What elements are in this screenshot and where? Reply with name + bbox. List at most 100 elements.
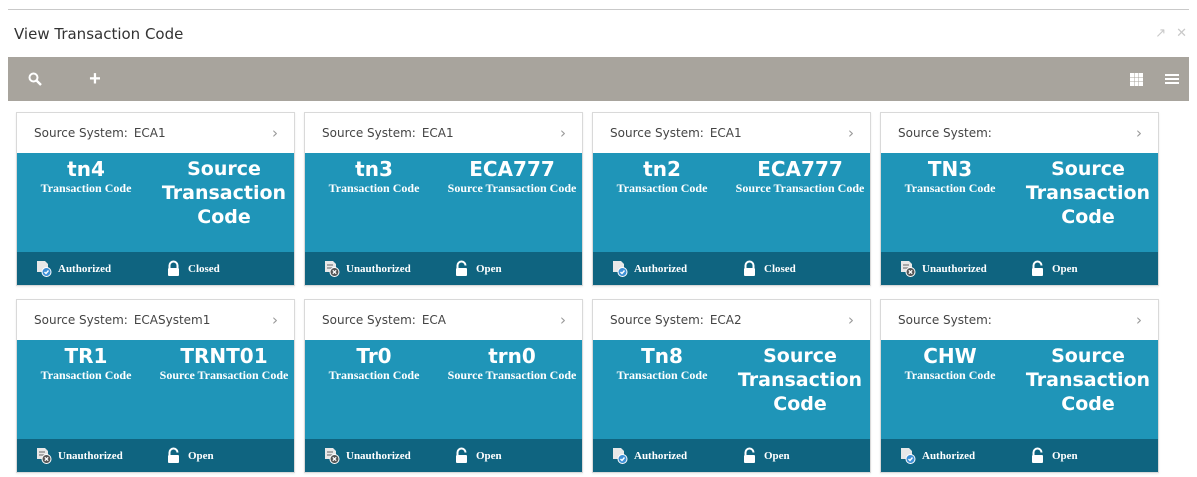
page-title: View Transaction Code: [14, 25, 184, 43]
transaction-code-label: Transaction Code: [616, 181, 708, 195]
lock-status: Open: [453, 260, 502, 277]
transaction-card[interactable]: Source System: › TN3 Transaction Code So…: [880, 112, 1159, 286]
card-footer: Authorized Open: [593, 439, 870, 472]
source-transaction-code-column: ECA777 Source Transaction Code: [731, 153, 869, 195]
list-view-button[interactable]: [1157, 57, 1187, 101]
card-footer: Unauthorized Open: [17, 439, 294, 472]
lock-status-text: Closed: [188, 262, 220, 275]
close-icon[interactable]: ✕: [1176, 25, 1187, 41]
authorized-icon: [611, 260, 628, 277]
transaction-card[interactable]: Source System: ECA1 › tn3 Transaction Co…: [304, 112, 583, 286]
authorization-status-text: Unauthorized: [346, 449, 411, 462]
card-header[interactable]: Source System: ECA ›: [305, 300, 582, 340]
unauthorized-icon: [323, 260, 340, 277]
lock-closed-icon: [741, 260, 758, 277]
plus-icon: +: [89, 67, 101, 90]
source-transaction-code-column: trn0 Source Transaction Code: [443, 340, 581, 382]
card-footer: Authorized Closed: [593, 252, 870, 285]
chevron-right-icon[interactable]: ›: [560, 311, 566, 329]
source-transaction-code-value: Source Transaction Code: [1025, 345, 1151, 415]
chevron-right-icon[interactable]: ›: [848, 311, 854, 329]
card-header[interactable]: Source System: ECASystem1 ›: [17, 300, 294, 340]
search-icon: [28, 72, 42, 86]
chevron-right-icon[interactable]: ›: [1136, 124, 1142, 142]
chevron-right-icon[interactable]: ›: [560, 124, 566, 142]
source-transaction-code-label: Source Transaction Code: [447, 181, 577, 195]
authorized-icon: [611, 447, 628, 464]
transaction-card[interactable]: Source System: ECA1 › tn2 Transaction Co…: [592, 112, 871, 286]
authorization-status-text: Unauthorized: [346, 262, 411, 275]
source-system-label: Source System:: [322, 313, 416, 327]
source-transaction-code-column: ECA777 Source Transaction Code: [443, 153, 581, 195]
card-header[interactable]: Source System: ECA1 ›: [593, 113, 870, 153]
card-header[interactable]: Source System: ›: [881, 113, 1158, 153]
lock-status-text: Open: [188, 449, 214, 462]
source-system-label: Source System:: [610, 126, 704, 140]
chevron-right-icon[interactable]: ›: [848, 124, 854, 142]
authorization-status-text: Unauthorized: [922, 262, 987, 275]
lock-open-icon: [453, 447, 470, 464]
toolbar: +: [8, 57, 1189, 101]
source-system-label: Source System:: [610, 313, 704, 327]
card-body: tn3 Transaction Code ECA777 Source Trans…: [305, 153, 582, 252]
grid-view-button[interactable]: [1121, 57, 1151, 101]
lock-open-icon: [1029, 447, 1046, 464]
lock-status-text: Closed: [764, 262, 796, 275]
authorization-status: Authorized: [35, 260, 111, 277]
source-system-label: Source System:: [898, 126, 992, 140]
transaction-code-value: TR1: [64, 344, 108, 368]
lock-status-text: Open: [1052, 449, 1078, 462]
source-transaction-code-column: Source Transaction Code: [1019, 153, 1157, 231]
transaction-code-column: CHW Transaction Code: [881, 340, 1019, 382]
card-footer: Authorized Closed: [17, 252, 294, 285]
chevron-right-icon[interactable]: ›: [1136, 311, 1142, 329]
transaction-code-value: tn3: [355, 157, 393, 181]
unauthorized-icon: [899, 260, 916, 277]
card-body: Tr0 Transaction Code trn0 Source Transac…: [305, 340, 582, 439]
lock-open-icon: [741, 447, 758, 464]
source-system-label: Source System:: [34, 126, 128, 140]
list-view-icon: [1165, 74, 1179, 84]
transaction-code-value: Tn8: [641, 344, 683, 368]
card-header[interactable]: Source System: ECA1 ›: [17, 113, 294, 153]
source-transaction-code-value: ECA777: [757, 157, 843, 181]
transaction-card[interactable]: Source System: › CHW Transaction Code So…: [880, 299, 1159, 473]
source-transaction-code-value: ECA777: [469, 157, 555, 181]
collapse-arrows-icon[interactable]: ↗: [1155, 25, 1166, 41]
transaction-code-column: tn2 Transaction Code: [593, 153, 731, 195]
transaction-card[interactable]: Source System: ECA1 › tn4 Transaction Co…: [16, 112, 295, 286]
transaction-code-column: TR1 Transaction Code: [17, 340, 155, 382]
transaction-card[interactable]: Source System: ECA2 › Tn8 Transaction Co…: [592, 299, 871, 473]
source-system-label: Source System:: [898, 313, 992, 327]
source-transaction-code-value: trn0: [488, 344, 536, 368]
search-button[interactable]: [20, 57, 50, 101]
add-button[interactable]: +: [80, 57, 110, 101]
source-system-value: ECA2: [709, 313, 742, 327]
lock-closed-icon: [165, 260, 182, 277]
chevron-right-icon[interactable]: ›: [272, 124, 278, 142]
authorized-icon: [899, 447, 916, 464]
card-footer: Unauthorized Open: [305, 439, 582, 472]
card-body: tn2 Transaction Code ECA777 Source Trans…: [593, 153, 870, 252]
authorization-status-text: Authorized: [922, 449, 976, 462]
source-transaction-code-column: TRNT01 Source Transaction Code: [155, 340, 293, 382]
authorization-status: Unauthorized: [323, 447, 411, 464]
card-header[interactable]: Source System: ECA1 ›: [305, 113, 582, 153]
chevron-right-icon[interactable]: ›: [272, 311, 278, 329]
authorization-status: Unauthorized: [323, 260, 411, 277]
card-body: TN3 Transaction Code Source Transaction …: [881, 153, 1158, 252]
authorization-status: Unauthorized: [35, 447, 123, 464]
transaction-card[interactable]: Source System: ECA › Tr0 Transaction Cod…: [304, 299, 583, 473]
transaction-card[interactable]: Source System: ECASystem1 › TR1 Transact…: [16, 299, 295, 473]
transaction-code-column: tn4 Transaction Code: [17, 153, 155, 195]
lock-status: Open: [453, 447, 502, 464]
card-body: tn4 Transaction Code Source Transaction …: [17, 153, 294, 252]
transaction-code-value: CHW: [923, 344, 977, 368]
card-header[interactable]: Source System: ›: [881, 300, 1158, 340]
lock-status: Open: [741, 447, 790, 464]
card-header[interactable]: Source System: ECA2 ›: [593, 300, 870, 340]
source-transaction-code-column: Source Transaction Code: [731, 340, 869, 418]
source-transaction-code-label: Source Transaction Code: [159, 368, 289, 382]
lock-status: Open: [1029, 260, 1078, 277]
source-transaction-code-column: Source Transaction Code: [1019, 340, 1157, 418]
